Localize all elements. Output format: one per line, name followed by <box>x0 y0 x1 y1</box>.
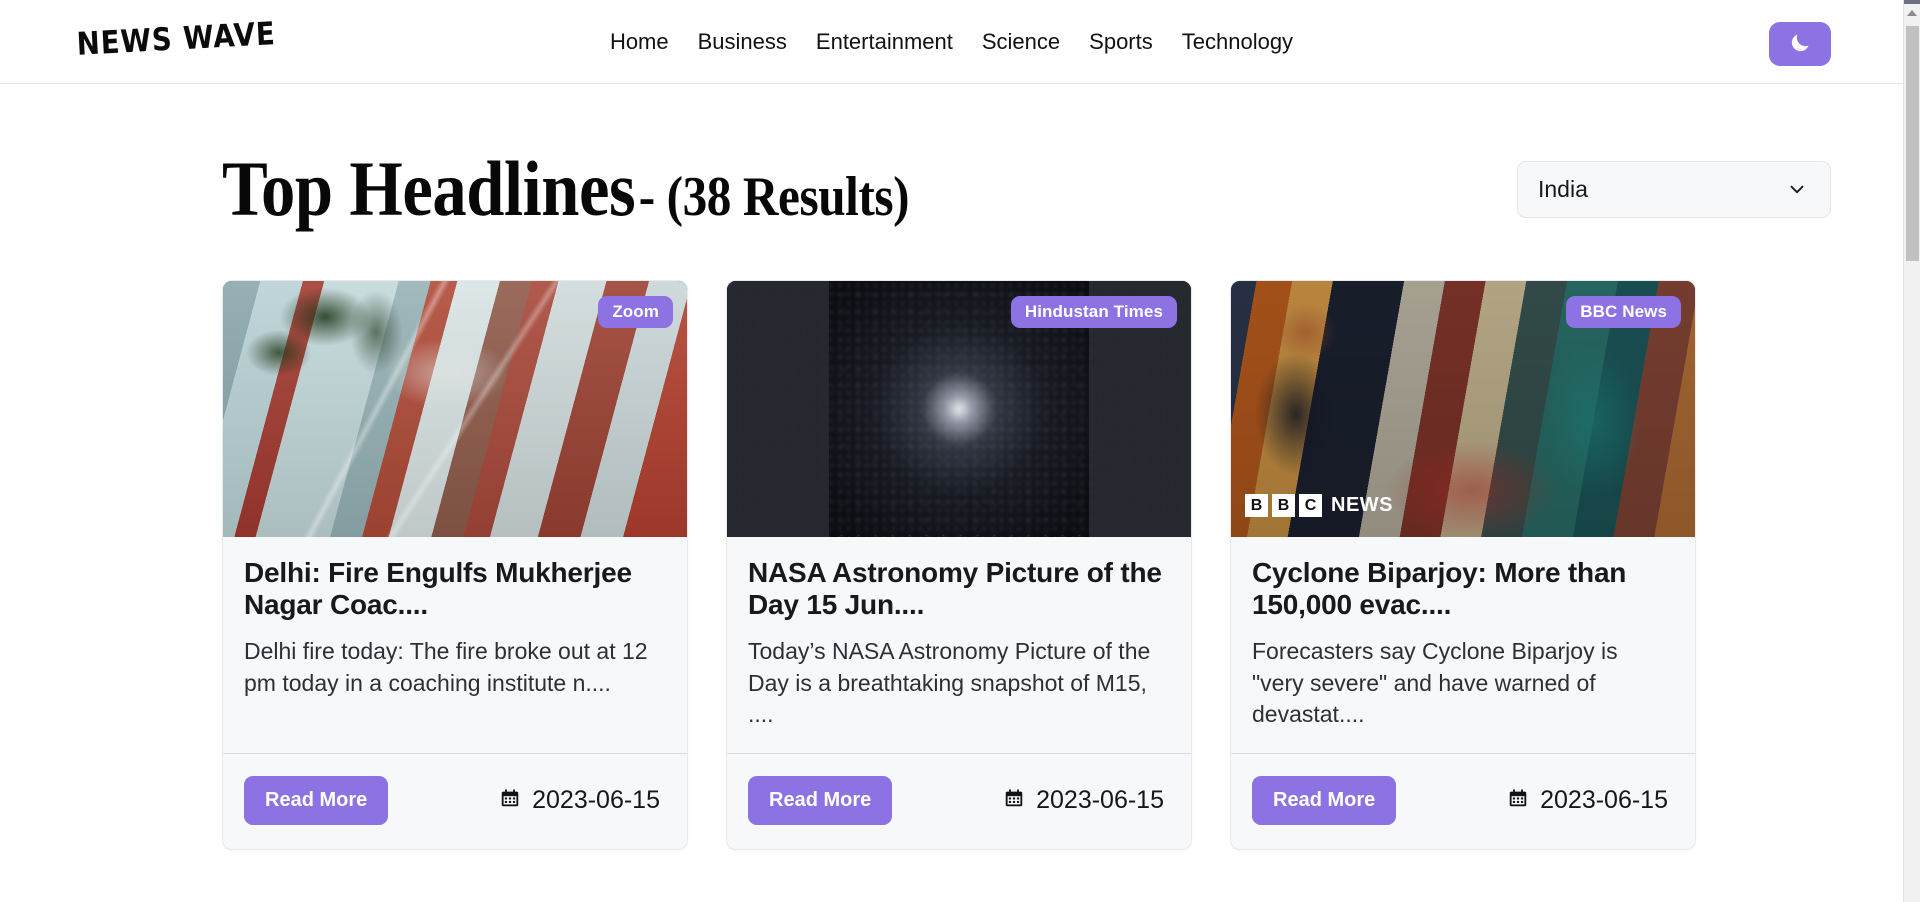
news-card[interactable]: Hindustan Times NASA Astronomy Picture o… <box>726 280 1192 851</box>
card-footer: Read More 2023-06-15 <box>727 753 1191 849</box>
card-body: NASA Astronomy Picture of the Day 15 Jun… <box>727 537 1191 753</box>
card-date-text: 2023-06-15 <box>1540 786 1668 815</box>
card-media: Hindustan Times <box>727 281 1191 537</box>
scrollbar-up-button[interactable] <box>1904 4 1920 21</box>
card-description: Forecasters say Cyclone Biparjoy is "ver… <box>1252 637 1618 728</box>
read-more-button[interactable]: Read More <box>748 776 893 826</box>
moon-icon <box>1788 31 1812 58</box>
calendar-icon <box>1003 787 1025 814</box>
read-more-button[interactable]: Read More <box>1252 776 1397 826</box>
card-description: Today’s NASA Astronomy Picture of the Da… <box>748 637 1151 728</box>
card-body: Cyclone Biparjoy: More than 150,000 evac… <box>1231 537 1695 753</box>
card-date-text: 2023-06-15 <box>532 786 660 815</box>
card-footer: Read More 2023-06-15 <box>223 753 687 849</box>
page-title: Top Headlines - (38 Results) <box>222 145 910 232</box>
source-badge: BBC News <box>1566 296 1681 328</box>
news-card-grid: Zoom Delhi: Fire Engulfs Mukherjee Nagar… <box>0 228 1903 851</box>
card-date-text: 2023-06-15 <box>1036 786 1164 815</box>
news-card[interactable]: Zoom Delhi: Fire Engulfs Mukherjee Nagar… <box>222 280 688 851</box>
nav-item-technology[interactable]: Technology <box>1182 30 1293 53</box>
read-more-button[interactable]: Read More <box>244 776 389 826</box>
card-media: BBC News B B C NEWS <box>1231 281 1695 537</box>
source-badge: Hindustan Times <box>1010 296 1177 328</box>
card-title[interactable]: NASA Astronomy Picture of the Day 15 Jun… <box>748 557 1170 622</box>
bbc-letter: C <box>1299 494 1322 517</box>
card-date: 2023-06-15 <box>499 786 666 815</box>
main-content: Top Headlines - (38 Results) India Zoom … <box>0 84 1903 851</box>
arrow-up-icon <box>1907 9 1917 16</box>
nav-item-sports[interactable]: Sports <box>1089 30 1153 53</box>
country-select-value: India <box>1538 175 1588 202</box>
site-header: NEWS WAVE Home Business Entertainment Sc… <box>0 0 1903 84</box>
calendar-icon <box>499 787 521 814</box>
main-navigation: Home Business Entertainment Science Spor… <box>610 30 1293 53</box>
country-select[interactable]: India <box>1517 160 1831 218</box>
card-description: Delhi fire today: The fire broke out at … <box>244 637 648 696</box>
bbc-letter: B <box>1245 494 1268 517</box>
browser-viewport: NEWS WAVE Home Business Entertainment Sc… <box>0 0 1920 902</box>
card-media: Zoom <box>223 281 687 537</box>
source-badge: Zoom <box>598 296 673 328</box>
nav-item-entertainment[interactable]: Entertainment <box>816 30 953 53</box>
site-logo[interactable]: NEWS WAVE <box>68 16 284 64</box>
scrollbar-thumb[interactable] <box>1906 26 1919 261</box>
page-title-results: - (38 Results) <box>638 166 910 228</box>
news-card[interactable]: BBC News B B C NEWS Cyclone Biparjoy: Mo… <box>1230 280 1696 851</box>
card-date: 2023-06-15 <box>1507 786 1674 815</box>
nav-item-business[interactable]: Business <box>698 30 787 53</box>
calendar-icon <box>1507 787 1529 814</box>
card-body: Delhi: Fire Engulfs Mukherjee Nagar Coac… <box>223 537 687 753</box>
vertical-scrollbar[interactable] <box>1903 0 1920 902</box>
logo-text: NEWS WAVE <box>75 15 277 64</box>
card-footer: Read More 2023-06-15 <box>1231 753 1695 849</box>
bbc-news-watermark: B B C NEWS <box>1245 494 1393 517</box>
nav-item-home[interactable]: Home <box>610 30 669 53</box>
headline-row: Top Headlines - (38 Results) India <box>0 84 1903 228</box>
card-date: 2023-06-15 <box>1003 786 1170 815</box>
card-title[interactable]: Cyclone Biparjoy: More than 150,000 evac… <box>1252 557 1674 622</box>
chevron-down-icon <box>1786 178 1808 200</box>
nav-item-science[interactable]: Science <box>982 30 1060 53</box>
page-title-main: Top Headlines <box>222 145 636 232</box>
bbc-letter: B <box>1272 494 1295 517</box>
dark-mode-toggle-button[interactable] <box>1769 22 1831 66</box>
card-title[interactable]: Delhi: Fire Engulfs Mukherjee Nagar Coac… <box>244 557 666 622</box>
bbc-news-word: NEWS <box>1331 494 1393 516</box>
page-root: NEWS WAVE Home Business Entertainment Sc… <box>0 0 1903 902</box>
